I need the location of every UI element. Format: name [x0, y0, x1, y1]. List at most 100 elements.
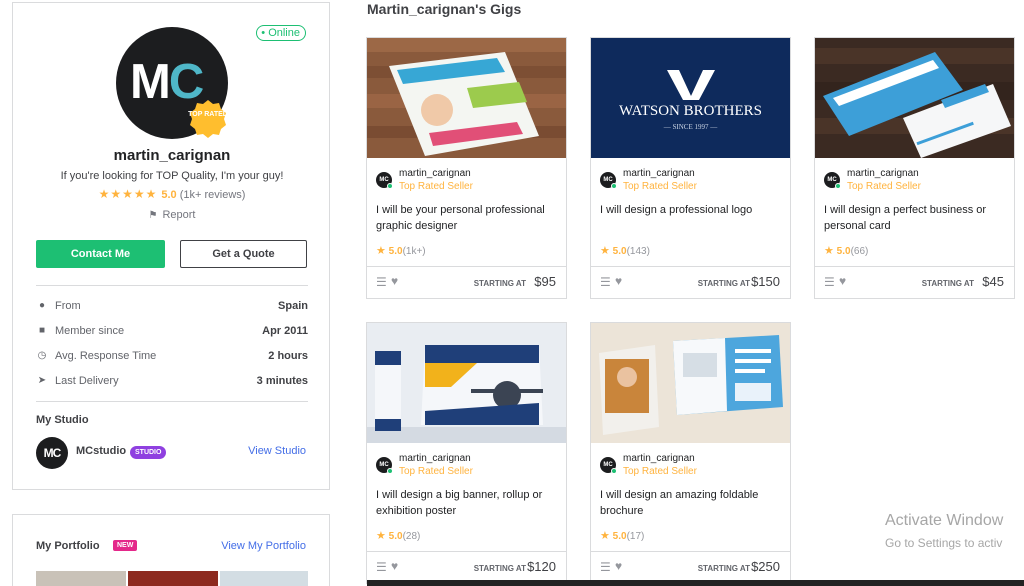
stat-label: Last Delivery: [55, 375, 119, 387]
get-a-quote-button[interactable]: Get a Quote: [180, 240, 307, 268]
gig-seller[interactable]: MC martin_carignan Top Rated Seller: [824, 168, 1004, 192]
gig-seller-name[interactable]: martin_carignan: [623, 168, 695, 179]
location-pin-icon: ●: [38, 300, 46, 311]
gig-title[interactable]: I will design an amazing foldable brochu…: [600, 487, 782, 519]
online-dot-icon: [611, 468, 617, 474]
badge-seal-icon: [190, 100, 226, 138]
gig-footer: ☰ ♥ STARTING AT $250: [591, 551, 790, 583]
menu-icon[interactable]: ☰: [376, 560, 387, 574]
stat-label: From: [55, 300, 81, 312]
rating-score: 5.0: [161, 189, 177, 201]
report-link[interactable]: ⚑ Report: [13, 209, 331, 221]
gig-seller-name[interactable]: martin_carignan: [623, 453, 695, 464]
gig-thumbnail[interactable]: WATSON BROTHERS — SINCE 1997 —: [591, 38, 790, 158]
gig-seller-level: Top Rated Seller: [623, 466, 697, 477]
gig-thumbnail[interactable]: [815, 38, 1014, 158]
star-icon: ★: [376, 245, 386, 257]
starting-at-label: STARTING AT: [473, 279, 526, 288]
gig-thumbnail[interactable]: [367, 38, 566, 158]
menu-icon[interactable]: ☰: [824, 275, 835, 289]
gig-price: $45: [982, 274, 1004, 289]
gig-rating-count: (143): [626, 246, 650, 257]
gig-card[interactable]: MC martin_carignan Top Rated Seller I wi…: [814, 37, 1015, 299]
gig-seller[interactable]: MC martin_carignan Top Rated Seller: [376, 453, 556, 477]
gig-title[interactable]: I will design a professional logo: [600, 202, 782, 218]
view-portfolio-link[interactable]: View My Portfolio: [221, 540, 306, 552]
starting-at-label: STARTING AT: [697, 279, 750, 288]
gig-seller-level: Top Rated Seller: [623, 181, 697, 192]
seller-username[interactable]: martin_carignan: [13, 147, 331, 164]
studio-tag-badge: STUDIO: [130, 446, 167, 459]
gig-seller-level: Top Rated Seller: [847, 181, 921, 192]
gig-footer: ☰ ♥ STARTING AT $150: [591, 266, 790, 298]
menu-icon[interactable]: ☰: [600, 560, 611, 574]
portfolio-thumb[interactable]: [36, 571, 126, 586]
gig-card[interactable]: MC martin_carignan Top Rated Seller I wi…: [366, 37, 567, 299]
studio-avatar[interactable]: MC: [36, 437, 68, 469]
online-dot-icon: [387, 468, 393, 474]
gig-seller-name[interactable]: martin_carignan: [847, 168, 919, 179]
gig-rating-score: 5.0: [612, 246, 627, 257]
flyer-mockup-image: [367, 38, 566, 158]
gig-seller[interactable]: MC martin_carignan Top Rated Seller: [600, 453, 780, 477]
online-status-badge: • Online: [256, 25, 306, 41]
paper-plane-icon: ➤: [37, 375, 47, 386]
gig-thumbnail[interactable]: [591, 323, 790, 443]
heart-icon[interactable]: ♥: [839, 274, 846, 288]
heart-icon[interactable]: ♥: [615, 274, 622, 288]
gig-thumbnail[interactable]: [367, 323, 566, 443]
heart-icon[interactable]: ♥: [391, 559, 398, 573]
logo-wordmark: WATSON BROTHERS: [619, 103, 762, 119]
studio-name[interactable]: MCstudio: [76, 445, 126, 457]
gig-rating-score: 5.0: [388, 531, 403, 542]
gig-card[interactable]: MC martin_carignan Top Rated Seller I wi…: [590, 322, 791, 584]
portfolio-thumb[interactable]: [220, 571, 308, 586]
gig-rating-score: 5.0: [388, 246, 403, 257]
portfolio-title: My Portfolio: [36, 540, 100, 552]
gig-rating: ★ 5.0(143): [600, 244, 650, 257]
star-icon: ★: [600, 530, 610, 542]
gig-title[interactable]: I will design a big banner, rollup or ex…: [376, 487, 558, 519]
contact-me-button[interactable]: Contact Me: [36, 240, 165, 268]
gig-rating: ★ 5.0(1k+): [376, 244, 426, 257]
star-icon: ★: [600, 245, 610, 257]
seller-avatar-small: MC: [376, 172, 393, 189]
gig-rating-count: (1k+): [402, 246, 426, 257]
gig-rating: ★ 5.0(28): [376, 529, 420, 542]
seller-profile-card: • Online MC TOP RATED martin_carignan If…: [12, 2, 330, 490]
gig-title[interactable]: I will be your personal professional gra…: [376, 202, 558, 234]
gig-card[interactable]: WATSON BROTHERS — SINCE 1997 — MC martin…: [590, 37, 791, 299]
online-dot-icon: [387, 183, 393, 189]
menu-icon[interactable]: ☰: [376, 275, 387, 289]
menu-icon[interactable]: ☰: [600, 275, 611, 289]
seller-rating: ★★★★★ 5.0 (1k+ reviews): [13, 187, 331, 201]
stat-value: 2 hours: [268, 350, 308, 362]
gig-seller-name[interactable]: martin_carignan: [399, 168, 471, 179]
portfolio-thumbnails[interactable]: [36, 571, 308, 586]
heart-icon[interactable]: ♥: [391, 274, 398, 288]
stat-row-last-delivery: ➤ Last Delivery 3 minutes: [36, 375, 308, 389]
report-label: Report: [162, 209, 196, 221]
stat-row-member-since: ■ Member since Apr 2011: [36, 325, 308, 339]
user-icon: ■: [38, 325, 46, 336]
gig-seller-name[interactable]: martin_carignan: [399, 453, 471, 464]
gigs-section-title: Martin_carignan's Gigs: [367, 1, 522, 17]
activate-windows-subtitle: Go to Settings to activ: [885, 536, 1003, 550]
stat-label: Member since: [55, 325, 125, 337]
gig-seller-level: Top Rated Seller: [399, 466, 473, 477]
gig-price: $95: [534, 274, 556, 289]
gig-seller[interactable]: MC martin_carignan Top Rated Seller: [376, 168, 556, 192]
heart-icon[interactable]: ♥: [615, 559, 622, 573]
foldable-brochure-image: [591, 323, 790, 443]
online-dot-icon: [611, 183, 617, 189]
star-icon: ★: [824, 245, 834, 257]
rating-reviews-count: (1k+ reviews): [179, 189, 246, 201]
portfolio-thumb[interactable]: [128, 571, 218, 586]
gig-card[interactable]: MC martin_carignan Top Rated Seller I wi…: [366, 322, 567, 584]
gig-seller[interactable]: MC martin_carignan Top Rated Seller: [600, 168, 780, 192]
starting-at-label: STARTING AT: [921, 279, 974, 288]
view-studio-link[interactable]: View Studio: [248, 445, 306, 457]
gig-title[interactable]: I will design a perfect business or pers…: [824, 202, 1006, 234]
logo-tagline: — SINCE 1997 —: [663, 123, 718, 131]
divider: [36, 285, 308, 286]
